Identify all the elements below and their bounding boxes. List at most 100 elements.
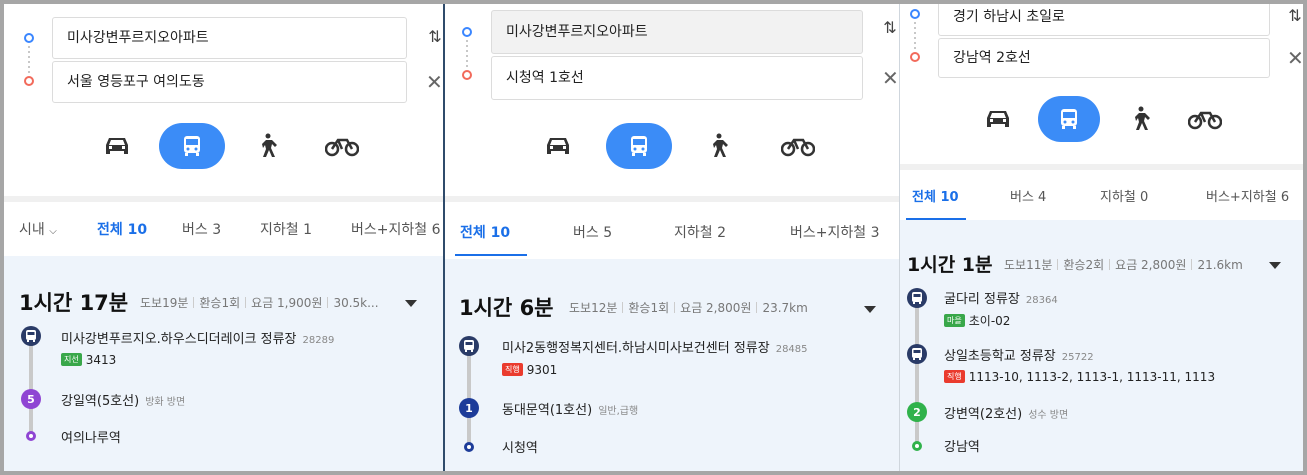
expand-caret-icon[interactable] <box>1269 262 1281 269</box>
bike-icon <box>781 138 815 157</box>
transit-mode-button[interactable] <box>1038 96 1100 142</box>
tab-subway[interactable]: 지하철 1 <box>260 219 312 239</box>
bike-mode-button[interactable] <box>765 123 831 169</box>
step-1-lines: 직행 9301 <box>502 363 557 377</box>
car-mode-button[interactable] <box>965 96 1031 142</box>
step-2-name: 강일역(5호선) <box>61 394 140 409</box>
tab-bus[interactable]: 버스 3 <box>182 219 221 239</box>
route-type-badge: 직행 <box>944 370 965 383</box>
tab-bus-subway[interactable]: 버스+지하철 6 <box>351 219 441 239</box>
car-mode-button[interactable] <box>84 123 150 169</box>
subway-line-2-icon: 2 <box>907 402 927 422</box>
route-meta: 도보11분 환승2회 요금 2,800원 21.6km <box>1004 256 1243 273</box>
distance: 21.6km <box>1197 258 1243 272</box>
bike-icon <box>325 138 359 157</box>
bike-mode-button[interactable] <box>309 123 375 169</box>
route-connector <box>466 40 468 68</box>
close-icon[interactable]: ✕ <box>426 70 443 94</box>
tab-bus[interactable]: 버스 5 <box>573 222 612 242</box>
tab-bus-subway[interactable]: 버스+지하철 3 <box>790 222 880 242</box>
arrival-marker-icon <box>912 441 922 451</box>
car-icon <box>987 111 1009 127</box>
walk-time: 도보19분 <box>140 296 189 310</box>
step-1-name: 미사강변푸르지오.하우스디더레이크 정류장 <box>61 332 297 347</box>
step-3-stop: 여의나루역 <box>61 431 121 446</box>
bus-number: 3413 <box>85 353 117 367</box>
expand-caret-icon[interactable] <box>405 300 417 307</box>
swap-icon[interactable]: ⇅ <box>427 27 443 46</box>
route-duration: 1시간 17분 <box>19 291 129 315</box>
destination-input[interactable]: 강남역 2호선 <box>938 38 1270 78</box>
bus-stop-icon <box>459 336 479 356</box>
route-card[interactable]: 1시간 6분 도보12분 환승1회 요금 2,800원 23.7km 미사2동행정복지… <box>445 259 899 471</box>
origin-marker-icon <box>910 9 920 19</box>
step-2-stop: 동대문역(1호선) 일반,급행 <box>502 399 638 418</box>
tab-all[interactable]: 전체 10 <box>460 222 510 242</box>
route-card[interactable]: 1시간 17분 도보19분 환승1회 요금 1,900원 30.5k... 미사강변푸… <box>4 256 443 471</box>
step-1-stop: 굴다리 정류장 28364 <box>944 288 1058 307</box>
origin-input[interactable]: 경기 하남시 초일로 <box>938 4 1270 36</box>
walk-icon <box>1135 106 1150 130</box>
car-mode-button[interactable] <box>525 123 591 169</box>
bus-stop-icon <box>907 344 927 364</box>
step-1-lines: 지선 3413 <box>61 353 116 367</box>
route-meta: 도보19분 환승1회 요금 1,900원 30.5k... <box>140 294 379 311</box>
origin-input[interactable]: 미사강변푸르지오아파트 <box>52 17 407 59</box>
walk-mode-button[interactable] <box>685 123 751 169</box>
route-type-badge: 지선 <box>61 353 82 366</box>
origin-marker-icon <box>462 27 472 37</box>
destination-input[interactable]: 서울 영등포구 여의도동 <box>52 61 407 103</box>
step-1-name: 미사2동행정복지센터.하남시미사보건센터 정류장 <box>502 341 770 356</box>
distance: 30.5k... <box>333 296 379 310</box>
region-label: 시내 <box>19 222 45 238</box>
close-icon[interactable]: ✕ <box>882 66 899 90</box>
walk-time: 도보12분 <box>569 301 618 315</box>
route-tabs: 시내 ⌵ 전체 10 버스 3 지하철 1 버스+지하철 6 <box>4 202 443 256</box>
route-type-badge: 마을 <box>944 314 965 327</box>
step-2-name: 동대문역(1호선) <box>502 403 593 418</box>
destination-marker-icon <box>24 76 34 86</box>
bike-icon <box>1188 111 1222 130</box>
directions-panel-2: 미사강변푸르지오아파트 시청역 1호선 ⇅ ✕ 전체 10 버스 5 지하철 2… <box>445 4 899 471</box>
origin-marker-icon <box>24 33 34 43</box>
screenshot-frame: 미사강변푸르지오아파트 서울 영등포구 여의도동 ⇅ ✕ 시내 ⌵ 전체 10 … <box>0 0 1307 475</box>
route-tabs: 전체 10 버스 5 지하철 2 버스+지하철 3 <box>445 202 899 256</box>
walk-mode-button[interactable] <box>234 123 300 169</box>
origin-input[interactable]: 미사강변푸르지오아파트 <box>491 10 863 54</box>
region-select[interactable]: 시내 ⌵ <box>19 219 57 239</box>
bus-number: 초이-02 <box>968 314 1011 328</box>
transit-mode-button[interactable] <box>606 123 672 169</box>
tab-all[interactable]: 전체 10 <box>912 186 959 205</box>
route-connector <box>914 22 916 50</box>
destination-marker-icon <box>462 70 472 80</box>
chevron-down-icon: ⌵ <box>49 226 57 237</box>
close-icon[interactable]: ✕ <box>1287 46 1303 70</box>
destination-input[interactable]: 시청역 1호선 <box>491 56 863 100</box>
step-2-sub: 방화 방면 <box>145 397 186 408</box>
walk-mode-button[interactable] <box>1107 96 1173 142</box>
bike-mode-button[interactable] <box>1172 96 1238 142</box>
fare: 요금 1,900원 <box>251 296 323 310</box>
tab-all[interactable]: 전체 10 <box>97 219 147 239</box>
step-2-stop: 상일초등학교 정류장 25722 <box>944 345 1094 364</box>
subway-line-5-icon: 5 <box>21 389 41 409</box>
arrival-marker-icon <box>26 431 36 441</box>
step-2-lines: 직행 1113-10, 1113-2, 1113-1, 1113-11, 1113 <box>944 370 1215 384</box>
step-2-sub: 일반,급행 <box>598 406 639 417</box>
step-2-name: 상일초등학교 정류장 <box>944 349 1056 364</box>
route-timeline <box>915 306 919 446</box>
directions-panel-1: 미사강변푸르지오아파트 서울 영등포구 여의도동 ⇅ ✕ 시내 ⌵ 전체 10 … <box>4 4 443 471</box>
swap-icon[interactable]: ⇅ <box>882 18 898 37</box>
step-2-stop: 강일역(5호선) 방화 방면 <box>61 390 185 409</box>
route-connector <box>28 46 30 74</box>
active-tab-indicator <box>455 254 527 256</box>
tab-bus-subway[interactable]: 버스+지하철 6 <box>1206 186 1289 205</box>
transit-mode-button[interactable] <box>159 123 225 169</box>
tab-subway[interactable]: 지하철 0 <box>1100 186 1148 205</box>
expand-caret-icon[interactable] <box>864 306 876 313</box>
step-1-sub: 28485 <box>775 344 808 355</box>
tab-subway[interactable]: 지하철 2 <box>674 222 726 242</box>
route-card[interactable]: 1시간 1분 도보11분 환승2회 요금 2,800원 21.6km 굴다리 정류장 2… <box>900 220 1303 471</box>
tab-bus[interactable]: 버스 4 <box>1010 186 1046 205</box>
swap-icon[interactable]: ⇅ <box>1287 6 1303 25</box>
